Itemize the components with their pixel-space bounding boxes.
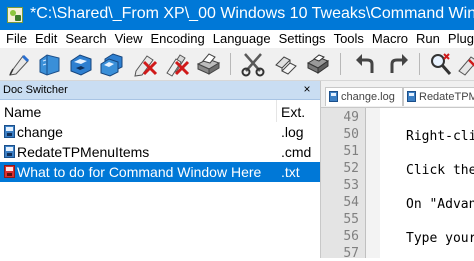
modified-file-icon	[4, 165, 15, 178]
paste-icon[interactable]	[305, 51, 331, 77]
copy-icon[interactable]	[273, 51, 299, 77]
list-item[interactable]: RedateTPMenuItems .cmd	[0, 142, 320, 162]
tab-redate[interactable]: RedateTPMenuI	[403, 87, 474, 106]
open-file-icon[interactable]	[37, 51, 63, 77]
toolbar-separator	[419, 53, 420, 75]
line-number: 54	[343, 195, 359, 210]
doc-switcher-title: Doc Switcher	[3, 84, 68, 96]
fold-margin[interactable]	[366, 108, 380, 258]
saved-file-icon	[407, 91, 416, 102]
line-number: 55	[343, 212, 359, 227]
code-line[interactable]: Type your	[406, 231, 474, 246]
tab-strip: change.log RedateTPMenuI	[321, 81, 474, 108]
menu-tools[interactable]: Tools	[328, 30, 364, 46]
window-title: *C:\Shared\_From XP\_00 Windows 10 Tweak…	[30, 5, 474, 22]
menu-bar: File Edit Search View Encoding Language Settin…	[0, 30, 474, 48]
saved-file-icon	[4, 125, 15, 138]
saved-file-icon	[329, 91, 338, 102]
column-header-name[interactable]: Name	[4, 104, 41, 120]
save-icon[interactable]	[68, 51, 94, 77]
tab-label: RedateTPMenuI	[419, 91, 474, 103]
close-panel-button[interactable]: ×	[300, 83, 314, 96]
menu-macro[interactable]: Macro	[366, 30, 408, 46]
tab-change-log[interactable]: change.log	[325, 87, 403, 106]
column-divider[interactable]	[276, 100, 277, 122]
column-header-ext[interactable]: Ext.	[281, 104, 305, 120]
file-name: RedateTPMenuItems	[17, 144, 150, 160]
toolbar-separator	[230, 53, 231, 75]
toolbar-separator	[340, 53, 341, 75]
list-item-selected[interactable]: What to do for Command Window Here .txt	[0, 162, 320, 182]
menu-view[interactable]: View	[109, 30, 143, 46]
menu-edit[interactable]: Edit	[29, 30, 57, 46]
print-icon[interactable]	[195, 51, 221, 77]
notepad-plus-plus-app-icon[interactable]	[7, 7, 23, 23]
line-number-gutter: 49 50 51 52 53 54 55 56 57	[321, 108, 366, 261]
menu-search[interactable]: Search	[59, 30, 106, 46]
code-line[interactable]: Right-cli	[406, 129, 474, 144]
line-number: 51	[343, 144, 359, 159]
save-all-icon[interactable]	[99, 51, 125, 77]
file-ext: .txt	[281, 164, 300, 180]
toolbar	[0, 48, 474, 81]
title-bar[interactable]: *C:\Shared\_From XP\_00 Windows 10 Tweak…	[0, 0, 474, 30]
menu-encoding[interactable]: Encoding	[145, 30, 205, 46]
saved-file-icon	[4, 145, 15, 158]
file-name: What to do for Command Window Here	[17, 164, 262, 180]
doc-switcher-header: Doc Switcher ×	[0, 81, 320, 100]
menu-language[interactable]: Language	[207, 30, 271, 46]
redo-icon[interactable]	[386, 51, 412, 77]
editor-pane: change.log RedateTPMenuI 49 50 51 52 53 …	[321, 81, 474, 261]
doc-switcher-panel: Doc Switcher × Name Ext. change .log Red…	[0, 81, 321, 258]
menu-run[interactable]: Run	[410, 30, 440, 46]
tab-label: change.log	[341, 91, 395, 103]
line-number: 50	[343, 127, 359, 142]
line-number: 49	[343, 110, 359, 125]
code-line[interactable]: Click the	[406, 163, 474, 178]
line-number: 56	[343, 229, 359, 244]
menu-settings[interactable]: Settings	[273, 30, 326, 46]
file-name: change	[17, 124, 63, 140]
close-icon[interactable]	[132, 51, 158, 77]
new-file-icon[interactable]	[6, 51, 32, 77]
menu-plugins[interactable]: Plugi	[442, 30, 474, 46]
menu-file[interactable]: File	[0, 30, 27, 46]
file-ext: .log	[281, 124, 304, 140]
list-item[interactable]: change .log	[0, 122, 320, 142]
find-icon[interactable]	[427, 51, 453, 77]
undo-icon[interactable]	[352, 51, 378, 77]
replace-icon[interactable]	[456, 51, 474, 77]
close-all-icon[interactable]	[164, 51, 190, 77]
cut-icon[interactable]	[240, 51, 266, 77]
file-ext: .cmd	[281, 144, 312, 160]
line-number: 52	[343, 161, 359, 176]
code-line[interactable]: On "Advan	[406, 197, 474, 212]
line-number: 53	[343, 178, 359, 193]
column-headers: Name Ext.	[0, 100, 320, 122]
line-number: 57	[343, 246, 359, 261]
